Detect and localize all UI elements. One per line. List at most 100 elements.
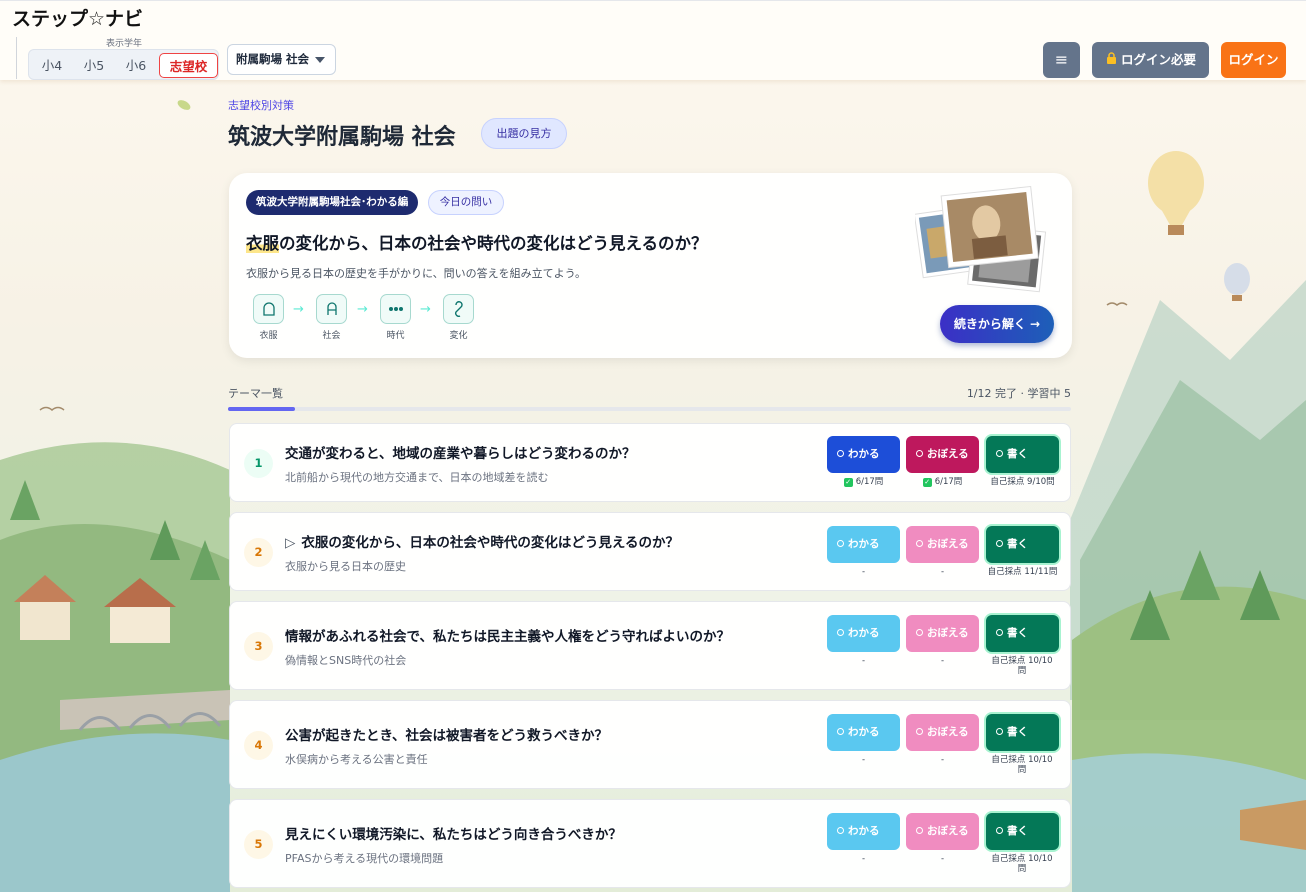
page-title: 筑波大学附属駒場 社会: [228, 125, 456, 150]
flow-label: 衣服: [259, 331, 278, 341]
theme-subtitle: 偽情報とSNS時代の社会: [285, 654, 407, 667]
theme-title[interactable]: 交通が変わると、地域の産業や暮らしはどう変わるのか？: [285, 442, 635, 462]
theme-title-text: 衣服の変化から、日本の社会や時代の変化はどう見えるのか？: [301, 535, 679, 551]
flow-label: 変化: [449, 331, 468, 341]
circle-icon: [996, 540, 1003, 547]
menu-icon: ≡: [1054, 50, 1069, 69]
theme-number: 3: [244, 632, 273, 661]
oboeru-label: おぼえる: [927, 538, 969, 550]
circle-icon: [996, 728, 1003, 735]
circle-icon: [837, 450, 844, 457]
kaku-label: 書く: [1007, 825, 1028, 837]
wakaru-button[interactable]: わかる: [827, 714, 900, 751]
theme-card[interactable]: 2 ▷ 衣服の変化から、日本の社会や時代の変化はどう見えるのか？ 衣服から見る日本…: [229, 512, 1071, 591]
circle-icon: [916, 629, 923, 636]
oboeru-button[interactable]: おぼえる: [906, 526, 979, 563]
theme-card[interactable]: 3 情報があふれる社会で、私たちは民主主義や人権をどう守ればよいのか？ 偽情報と…: [229, 601, 1071, 690]
wakaru-label: わかる: [848, 538, 880, 550]
oboeru-label: おぼえる: [927, 726, 969, 738]
today-question-subtitle: 衣服から見る日本の歴史を手がかりに、問いの答えを組み立てよう。: [246, 267, 587, 280]
wakaru-stat: ✓ 6/17問: [827, 477, 900, 487]
howto-button[interactable]: 出題の見方: [481, 118, 567, 149]
question-highlight: 衣服: [246, 234, 279, 253]
circle-icon: [837, 629, 844, 636]
kaku-button[interactable]: 書く: [986, 526, 1059, 563]
arrow-right-icon: →: [420, 302, 431, 317]
series-tag: 筑波大学附属駒場社会･わかる編: [246, 190, 419, 215]
wakaru-stat: -: [861, 656, 866, 666]
kaku-label: 書く: [1007, 726, 1028, 738]
wakaru-label: わかる: [848, 448, 880, 460]
check-icon: ✓: [922, 478, 932, 487]
oboeru-button[interactable]: おぼえる: [906, 436, 979, 473]
kaku-button[interactable]: 書く: [986, 436, 1059, 473]
flow-step-era: 時代: [380, 294, 412, 341]
grade-button-5[interactable]: 小5: [75, 53, 113, 78]
theme-title[interactable]: 公害が起きたとき、社会は被害者をどう救うべきか？: [285, 724, 608, 744]
login-required-button[interactable]: ログイン必要: [1092, 42, 1209, 78]
login-button[interactable]: ログイン: [1221, 42, 1286, 78]
circle-icon: [837, 827, 844, 834]
wakaru-button[interactable]: わかる: [827, 813, 900, 850]
flow-label: 社会: [322, 331, 341, 341]
oboeru-label: おぼえる: [927, 627, 969, 639]
theme-number: 2: [244, 538, 273, 567]
kaku-stat: 自己採点 10/10問: [991, 755, 1053, 775]
oboeru-stat: -: [940, 854, 945, 864]
menu-button[interactable]: ≡: [1043, 42, 1080, 78]
section-label: 志望校別対策: [228, 99, 294, 112]
circle-icon: [996, 629, 1003, 636]
circle-icon: [996, 450, 1003, 457]
theme-title[interactable]: ▷ 衣服の変化から、日本の社会や時代の変化はどう見えるのか？: [285, 531, 679, 551]
chevron-down-icon: [315, 57, 325, 63]
arrow-right-icon: →: [293, 302, 304, 317]
theme-number: 4: [244, 731, 273, 760]
oboeru-stat-text: 6/17問: [934, 477, 963, 487]
flow-label: 時代: [386, 331, 405, 341]
flow-step-change: 変化: [443, 294, 475, 341]
theme-subtitle: 衣服から見る日本の歴史: [285, 560, 406, 573]
theme-progress-fill: [228, 407, 296, 411]
app-title[interactable]: ステップ☆ナビ: [12, 4, 143, 31]
kaku-stat: 自己採点 11/11問: [987, 567, 1058, 577]
wakaru-button[interactable]: わかる: [827, 436, 900, 473]
theme-card[interactable]: 4 公害が起きたとき、社会は被害者をどう救うべきか？ 水俣病から考える公害と責任…: [229, 700, 1071, 789]
today-question-card: 筑波大学附属駒場社会･わかる編 今日の問い 衣服の変化から、日本の社会や時代の変…: [229, 173, 1072, 358]
kaku-label: 書く: [1007, 538, 1028, 550]
theme-card[interactable]: 1 交通が変わると、地域の産業や暮らしはどう変わるのか？ 北前船から現代の地方交…: [229, 423, 1071, 502]
kaku-button[interactable]: 書く: [986, 714, 1059, 751]
oboeru-stat: -: [940, 656, 945, 666]
grade-button-target-school[interactable]: 志望校: [159, 53, 218, 78]
era-icon: [380, 294, 411, 324]
theme-list-progress: 1/12 完了 · 学習中 5: [966, 387, 1071, 400]
theme-subtitle: 北前船から現代の地方交通まで、日本の地域差を読む: [285, 471, 549, 484]
question-rest: の変化から、日本の社会や時代の変化はどう見えるのか？: [279, 234, 708, 253]
theme-title[interactable]: 情報があふれる社会で、私たちは民主主義や人権をどう守ればよいのか？: [285, 625, 730, 645]
grade-button-6[interactable]: 小6: [117, 53, 155, 78]
continue-button[interactable]: 続きから解く →: [940, 305, 1054, 343]
oboeru-button[interactable]: おぼえる: [906, 813, 979, 850]
history-photos-illustration: [913, 185, 1055, 295]
oboeru-button[interactable]: おぼえる: [906, 714, 979, 751]
wakaru-button[interactable]: わかる: [827, 615, 900, 652]
wakaru-stat: -: [861, 755, 866, 765]
grade-caption: 表示学年: [106, 39, 143, 49]
theme-card[interactable]: 5 見えにくい環境汚染に、私たちはどう向き合うべきか？ PFASから考える現代の…: [229, 799, 1071, 888]
theme-progress-bar: [228, 407, 1071, 411]
theme-title[interactable]: 見えにくい環境汚染に、私たちはどう向き合うべきか？: [285, 823, 622, 843]
wakaru-button[interactable]: わかる: [827, 526, 900, 563]
change-icon: [443, 294, 474, 324]
school-select[interactable]: 附属駒場 社会: [227, 44, 336, 75]
kaku-button[interactable]: 書く: [986, 615, 1059, 652]
kaku-button[interactable]: 書く: [986, 813, 1059, 850]
wakaru-label: わかる: [848, 627, 880, 639]
theme-subtitle: 水俣病から考える公害と責任: [285, 753, 428, 766]
wakaru-stat-text: 6/17問: [855, 477, 884, 487]
circle-icon: [837, 540, 844, 547]
circle-icon: [916, 540, 923, 547]
oboeru-button[interactable]: おぼえる: [906, 615, 979, 652]
flow-step-society: 社会: [316, 294, 348, 341]
login-required-label: ログイン必要: [1121, 52, 1197, 67]
grade-button-4[interactable]: 小4: [33, 53, 71, 78]
school-select-value: 附属駒場 社会: [236, 52, 310, 66]
